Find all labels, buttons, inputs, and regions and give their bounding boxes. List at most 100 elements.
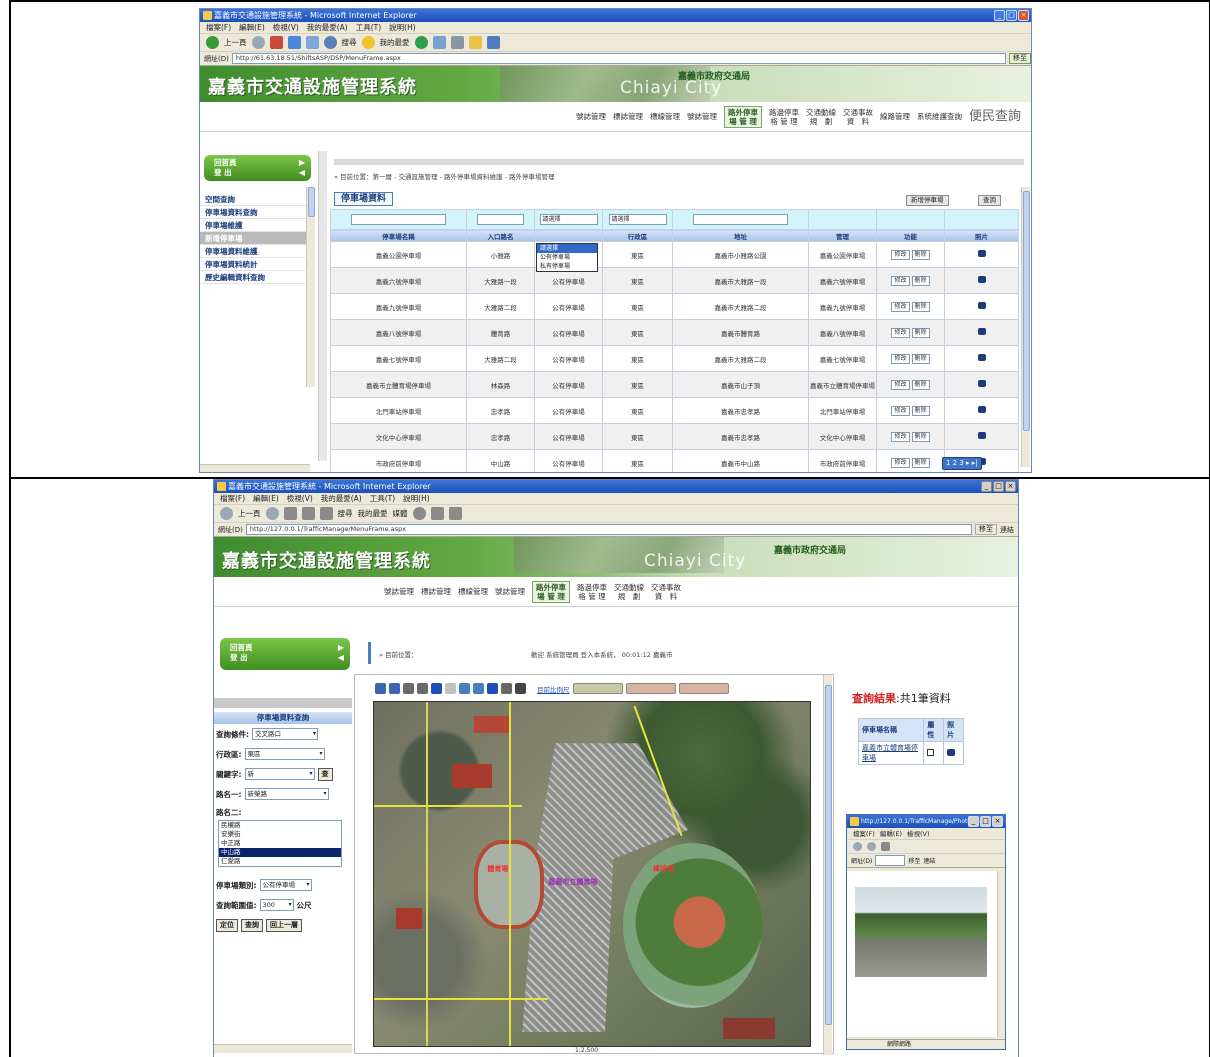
nav-item-active[interactable]: 路外停車 場 管 理 <box>532 580 570 603</box>
map-scrollbar[interactable] <box>823 675 832 1055</box>
scale-box-3[interactable] <box>678 683 729 694</box>
menu-file[interactable]: 檔案(F) <box>220 493 245 504</box>
col-header[interactable]: 行政區 <box>602 229 673 242</box>
menu-view[interactable]: 檢視(V) <box>287 493 313 504</box>
edit-button[interactable]: 修改 <box>891 431 910 442</box>
scroll-thumb[interactable] <box>1023 191 1030 431</box>
zoom-out-icon[interactable] <box>389 683 400 694</box>
refresh-map-icon[interactable] <box>487 683 498 694</box>
menu-tools[interactable]: 工具(T) <box>356 22 381 33</box>
menu-help[interactable]: 說明(H) <box>389 22 416 33</box>
maximize-icon[interactable]: □ <box>1006 10 1017 21</box>
history-icon[interactable] <box>412 507 426 520</box>
back-icon[interactable] <box>206 36 219 49</box>
logout-link[interactable]: 登 出 <box>230 653 248 662</box>
nav-item[interactable]: 交通動線 規 劃 <box>806 108 836 126</box>
menu-favorites[interactable]: 我的最愛(A) <box>307 22 348 33</box>
address-input[interactable]: http://127.0.0.1/TrafficManage/MenuFrame… <box>245 524 972 535</box>
favorites-label[interactable]: 我的最愛 <box>358 508 388 519</box>
edit-button[interactable]: 修改 <box>891 379 910 390</box>
pager[interactable]: 1 2 3 ▸ ▸| <box>942 457 982 470</box>
media-label[interactable]: 媒體 <box>393 508 408 519</box>
links-label[interactable]: 連結 <box>1000 525 1018 535</box>
road1-select[interactable]: 新榮路 <box>244 788 329 800</box>
home-logout-buttons[interactable]: 回首頁 ▶ 登 出 ◀ <box>204 155 311 181</box>
road2-listbox[interactable]: 民權路 安樂街 中正路 中山路 仁愛路 <box>218 820 342 867</box>
menu-file[interactable]: 檔案(F) <box>206 22 231 33</box>
mail-icon[interactable] <box>432 36 446 49</box>
result-name-link[interactable]: 嘉義市立體育場停車場 <box>862 744 918 762</box>
messenger-icon[interactable] <box>486 36 500 49</box>
eye-icon[interactable] <box>431 683 442 694</box>
popup-links[interactable]: 連結 <box>923 856 935 865</box>
edit-button[interactable]: 修改 <box>891 249 910 260</box>
nav-item[interactable]: 標線管理 <box>650 112 680 121</box>
nav-item[interactable]: 線路管理 <box>880 112 910 121</box>
minimize-icon[interactable]: _ <box>994 10 1005 21</box>
listbox-option[interactable]: 民權路 <box>219 821 341 830</box>
delete-button[interactable]: 刪除 <box>911 457 930 468</box>
sidebar-item[interactable]: 歷史編輯資料查詢 <box>200 271 310 284</box>
col-header[interactable]: 功能 <box>876 229 945 242</box>
camera-icon[interactable] <box>977 328 986 335</box>
edit-button[interactable]: 修改 <box>891 275 910 286</box>
keyword-input[interactable]: 新 <box>244 768 315 780</box>
edit-button[interactable]: 修改 <box>891 301 910 312</box>
nav-item[interactable]: 號誌管理 <box>495 587 525 596</box>
sidebar-item-selected[interactable]: 新增停車場 <box>200 232 310 245</box>
menu-edit[interactable]: 編輯(E) <box>880 828 902 839</box>
delete-button[interactable]: 刪除 <box>911 249 930 260</box>
dropdown-option[interactable]: 私有停車場 <box>537 262 597 271</box>
nav-item[interactable]: 號誌管理 <box>384 587 414 596</box>
home-link[interactable]: 回首頁 <box>214 158 237 167</box>
folder-icon[interactable] <box>468 36 482 49</box>
filter-entry-input[interactable] <box>477 214 524 225</box>
mail-icon[interactable] <box>430 507 444 520</box>
col-header[interactable]: 管理 <box>808 229 877 242</box>
listbox-option[interactable]: 安樂街 <box>219 830 341 839</box>
nav-item[interactable]: 交通事故 資 料 <box>651 583 681 601</box>
query-button[interactable]: 查詢 <box>241 918 263 932</box>
search-label[interactable]: 搜尋 <box>338 508 353 519</box>
layers-icon[interactable] <box>459 683 470 694</box>
col-header[interactable]: 地址 <box>672 229 809 242</box>
back-level-button[interactable]: 回上一層 <box>266 918 302 932</box>
go-button[interactable]: 移至 <box>1009 53 1031 64</box>
home-logout-buttons[interactable]: 回首頁 ▶ 登 出 ◀ <box>220 638 350 670</box>
radius-input[interactable]: 300 <box>259 899 294 911</box>
camera-icon[interactable] <box>977 380 986 387</box>
close-icon[interactable]: × <box>1005 481 1016 492</box>
filter-address-input[interactable] <box>693 214 788 225</box>
delete-button[interactable]: 刪除 <box>911 405 930 416</box>
menu-view[interactable]: 檢視(V) <box>907 828 930 839</box>
print-icon[interactable] <box>450 36 464 49</box>
dropdown-option[interactable]: 公有停車場 <box>537 253 597 262</box>
sidebar-item[interactable]: 空間查詢 <box>200 193 310 206</box>
history-icon[interactable] <box>414 36 428 49</box>
delete-button[interactable]: 刪除 <box>911 275 930 286</box>
pan-icon[interactable] <box>417 683 428 694</box>
delete-button[interactable]: 刪除 <box>911 431 930 442</box>
add-parking-button[interactable]: 新增停車場 <box>906 195 949 206</box>
query-condition-select[interactable]: 交叉路口 <box>252 728 318 740</box>
back-label[interactable]: 上一頁 <box>224 37 247 48</box>
aerial-map[interactable]: 體育場 嘉義市立體育場 棒球場 <box>373 701 811 1047</box>
district-select[interactable]: 東區 <box>244 748 325 760</box>
listbox-option[interactable]: 中正路 <box>219 839 341 848</box>
print-icon[interactable] <box>448 507 462 520</box>
scroll-thumb[interactable] <box>825 685 832 1025</box>
nav-item[interactable]: 標誌管理 <box>421 587 451 596</box>
lot-type-select[interactable]: 公有停車場 <box>259 879 312 891</box>
back-icon[interactable] <box>220 507 233 520</box>
edit-button[interactable]: 修改 <box>891 457 910 468</box>
menu-edit[interactable]: 編輯(E) <box>253 493 279 504</box>
sidebar-scrollbar[interactable] <box>306 187 315 387</box>
home-icon[interactable] <box>305 36 319 49</box>
edit-button[interactable]: 修改 <box>891 353 910 364</box>
favorites-icon[interactable] <box>361 36 375 49</box>
maximize-icon[interactable]: □ <box>993 481 1004 492</box>
camera-icon[interactable] <box>977 302 986 309</box>
sidebar-item[interactable]: 停車場資料維護 <box>200 245 310 258</box>
keyword-search-button[interactable]: 查 <box>317 767 333 781</box>
scale-box-2[interactable] <box>625 683 676 694</box>
